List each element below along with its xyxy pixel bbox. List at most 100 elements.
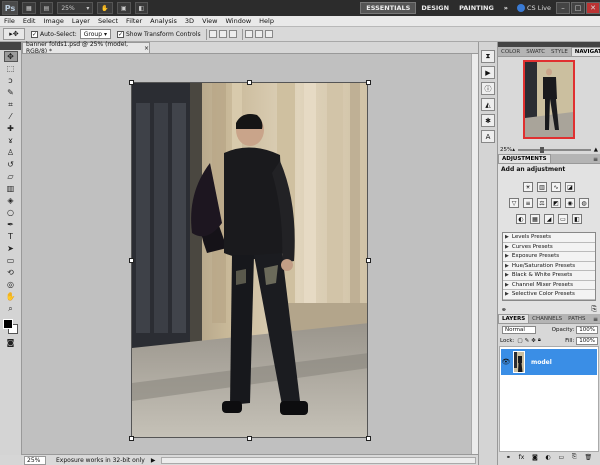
menu-layer[interactable]: Layer	[68, 17, 94, 25]
align-middle-icon[interactable]	[218, 30, 227, 38]
brush-tool[interactable]: ɤ	[4, 135, 18, 146]
healing-brush-tool[interactable]: ✚	[4, 123, 18, 134]
arrange-documents-button[interactable]: ▣	[116, 2, 131, 14]
tab-channels[interactable]: CHANNELS	[529, 314, 565, 323]
info-panel-button[interactable]: ⓘ	[481, 82, 495, 95]
tab-styles[interactable]: STYLE	[548, 47, 571, 56]
lasso-tool[interactable]: ↄ	[4, 75, 18, 86]
history-panel-button[interactable]: ⧗	[481, 50, 495, 63]
eye-icon[interactable]: 👁︎	[501, 358, 511, 366]
navigator-thumbnail[interactable]	[523, 60, 575, 139]
status-menu-arrow[interactable]: ▶	[151, 457, 156, 464]
transform-handle-bottom-center[interactable]	[247, 436, 252, 441]
color-balance-icon[interactable]: ⚖	[537, 198, 547, 208]
menu-filter[interactable]: Filter	[122, 17, 146, 25]
character-panel-button[interactable]: A	[481, 130, 495, 143]
actions-panel-button[interactable]: ▶	[481, 66, 495, 79]
3d-panel-button[interactable]: ◭	[481, 98, 495, 111]
zoom-out-icon[interactable]: ▴	[512, 147, 515, 153]
workspace-more[interactable]: »	[499, 2, 513, 14]
menu-image[interactable]: Image	[39, 17, 67, 25]
document-canvas-area[interactable]	[22, 53, 478, 454]
transform-handle-middle-left[interactable]	[129, 258, 134, 263]
panel-menu-icon[interactable]: ≡	[593, 316, 600, 323]
zoom-level-select[interactable]: 25% ▾	[57, 2, 94, 14]
menu-file[interactable]: File	[0, 17, 19, 25]
cs-live-button[interactable]: CS Live	[516, 4, 551, 12]
adjustment-layer-icon[interactable]: ◐	[546, 454, 551, 461]
tab-layers[interactable]: LAYERS	[498, 314, 530, 323]
channel-mixer-icon[interactable]: ◍	[579, 198, 589, 208]
align-top-icon[interactable]	[208, 30, 217, 38]
lock-position-icon[interactable]: ✥	[531, 338, 536, 344]
auto-select-checkbox[interactable]: ✓ Auto-Select:	[31, 30, 77, 38]
curves-icon[interactable]: ∿	[551, 182, 561, 192]
3d-rotate-tool[interactable]: ⟲	[4, 267, 18, 278]
transform-handle-top-left[interactable]	[129, 80, 134, 85]
new-layer-icon[interactable]: ⎘	[572, 453, 577, 461]
tab-color[interactable]: COLOR	[498, 47, 523, 56]
show-transform-checkbox[interactable]: ✓ Show Transform Controls	[116, 30, 201, 38]
photo-filter-icon[interactable]: ◉	[565, 198, 575, 208]
eraser-tool[interactable]: ▱	[4, 171, 18, 182]
path-selection-tool[interactable]: ➤	[4, 243, 18, 254]
vibrance-icon[interactable]: ▽	[509, 198, 519, 208]
blur-tool[interactable]: ◈	[4, 195, 18, 206]
fill-input[interactable]: 100%	[576, 336, 598, 345]
transform-handle-middle-right[interactable]	[366, 258, 371, 263]
new-group-icon[interactable]: ▭	[559, 454, 565, 461]
move-tool[interactable]: ✥	[3, 51, 18, 62]
horizontal-scrollbar[interactable]	[161, 456, 476, 464]
foreground-color-swatch[interactable]	[2, 319, 13, 329]
blend-mode-select[interactable]: Normal	[502, 325, 536, 334]
layer-style-icon[interactable]: fx	[519, 454, 525, 461]
quick-select-tool[interactable]: ✎	[4, 87, 18, 98]
lock-pixels-icon[interactable]: ✎	[525, 338, 530, 344]
3d-orbit-tool[interactable]: ◎	[4, 279, 18, 290]
exposure-icon[interactable]: ◪	[565, 182, 575, 192]
preset-black-white[interactable]: ▶ Black & White Presets	[503, 271, 595, 281]
clone-stamp-tool[interactable]: ♙	[4, 147, 18, 158]
menu-analysis[interactable]: Analysis	[146, 17, 181, 25]
brushes-panel-button[interactable]: ✱	[481, 114, 495, 127]
dodge-tool[interactable]: ○	[4, 207, 18, 218]
menu-window[interactable]: Window	[222, 17, 256, 25]
menu-select[interactable]: Select	[94, 17, 122, 25]
slider-knob[interactable]	[539, 146, 544, 153]
hue-saturation-icon[interactable]: ≡	[523, 198, 533, 208]
eyedropper-tool[interactable]: ⁄	[4, 111, 18, 122]
hand-tool-button[interactable]: ✋	[97, 2, 113, 14]
history-brush-tool[interactable]: ↺	[4, 159, 18, 170]
status-zoom-field[interactable]: 25%	[24, 455, 46, 465]
bridge-button[interactable]: ▦	[22, 2, 36, 14]
transform-handle-top-right[interactable]	[366, 80, 371, 85]
align-left-icon[interactable]	[244, 30, 253, 38]
menu-edit[interactable]: Edit	[19, 17, 40, 25]
posterize-icon[interactable]: ▦	[530, 214, 540, 224]
minimize-button[interactable]: –	[556, 2, 570, 14]
align-center-icon[interactable]	[254, 30, 263, 38]
preset-channel-mixer[interactable]: ▶ Channel Mixer Presets	[503, 280, 595, 290]
document-tab[interactable]: banner folds1.psd @ 25% (model, RGB/8) *…	[22, 41, 150, 55]
panel-options-icon[interactable]: ⎘	[591, 305, 597, 314]
mini-bridge-button[interactable]: ▤	[39, 2, 54, 14]
trash-icon[interactable]: 🗑︎	[584, 454, 592, 461]
marquee-tool[interactable]: ⬚	[4, 63, 18, 74]
gradient-map-icon[interactable]: ▭	[558, 214, 568, 224]
vertical-scrollbar[interactable]	[471, 54, 478, 454]
lock-transparency-icon[interactable]: ▢	[517, 338, 522, 344]
add-mask-icon[interactable]: ◙	[532, 454, 538, 461]
layer-row-model[interactable]: 👁︎ model	[501, 349, 597, 375]
tool-preset-picker[interactable]: ▸✥	[3, 28, 25, 40]
tab-navigator[interactable]: NAVIGATOR	[570, 47, 600, 56]
transform-handle-bottom-left[interactable]	[129, 436, 134, 441]
workspace-design[interactable]: DESIGN	[416, 2, 454, 14]
zoom-in-icon[interactable]: ▲	[594, 147, 598, 153]
workspace-painting[interactable]: PAINTING	[454, 2, 499, 14]
threshold-icon[interactable]: ◢	[544, 214, 554, 224]
lock-all-icon[interactable]: 🔒︎	[538, 337, 541, 344]
invert-icon[interactable]: ◐	[516, 214, 526, 224]
black-white-icon[interactable]: ◩	[551, 198, 561, 208]
navigator-zoom-slider[interactable]	[518, 146, 591, 153]
hand-tool[interactable]: ✋	[4, 291, 18, 302]
